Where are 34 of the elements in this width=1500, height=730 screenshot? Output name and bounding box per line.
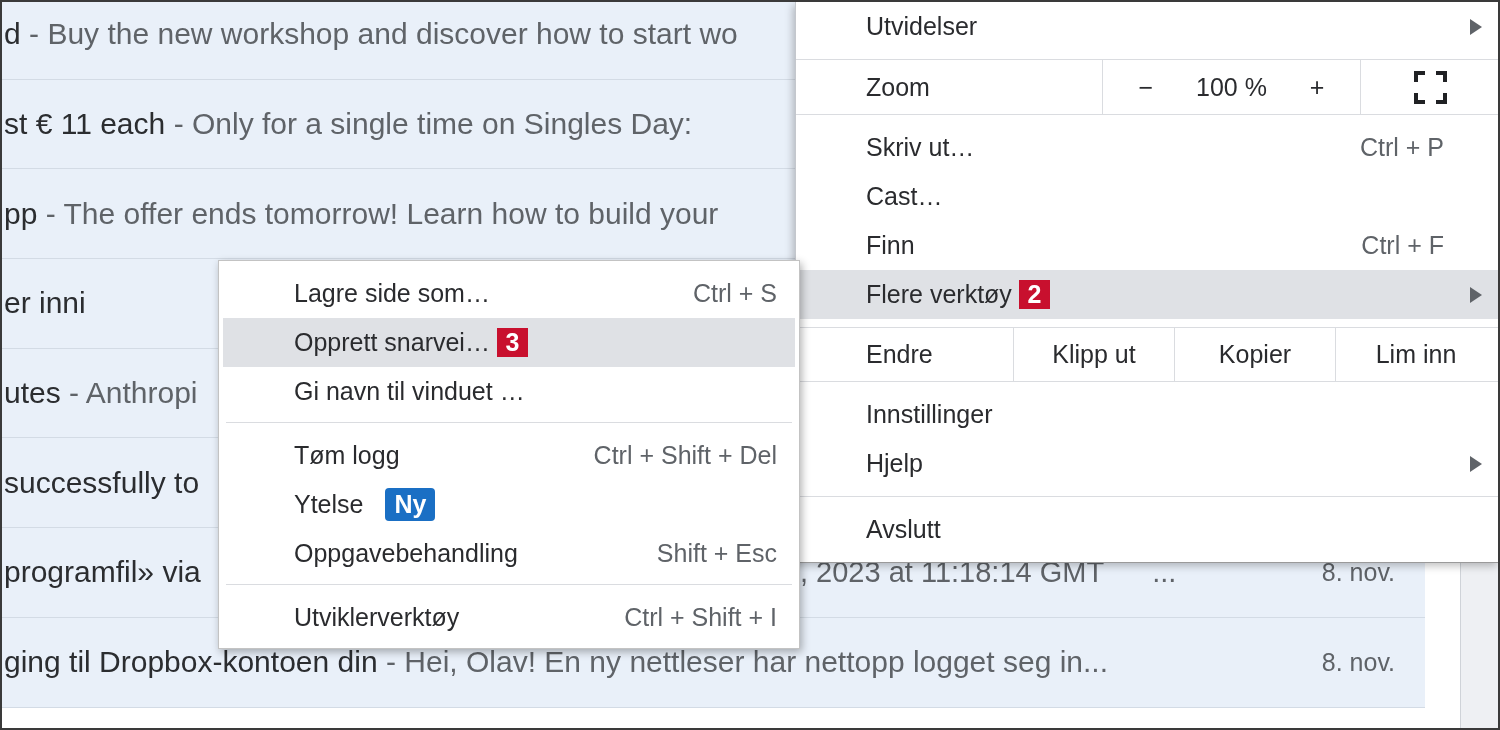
- step-number-badge: 3: [496, 328, 528, 357]
- menu-item[interactable]: Gi navn til vinduet …: [223, 367, 795, 416]
- subject-text: st € 11 each: [4, 107, 166, 142]
- subject-text: ging til Dropbox-kontoen din: [4, 645, 378, 680]
- subject-text: programfil» via: [4, 555, 201, 590]
- snippet-text: - Anthropi: [69, 376, 198, 411]
- subject-text: successfully to: [4, 465, 200, 500]
- snippet-text: - Hei, Olav! En ny nettleser har nettopp logget seg in...: [385, 645, 1109, 680]
- menu-item[interactable]: Tøm logg Ctrl + Shift + Del: [223, 431, 795, 480]
- edit-label: Endre: [865, 339, 934, 370]
- subject-text: er inni: [4, 286, 86, 321]
- subject-text: pp: [4, 196, 38, 231]
- subject-text: d: [4, 17, 21, 52]
- shortcut-text: Ctrl + S: [692, 279, 777, 308]
- menu-item[interactable]: Utvidelser: [796, 2, 1498, 51]
- snippet-text: ...: [1152, 555, 1177, 589]
- menu-item[interactable]: Oppgavebehandling Shift + Esc: [223, 529, 795, 578]
- shortcut-text: Shift + Esc: [656, 539, 777, 568]
- fullscreen-icon: [1413, 70, 1447, 104]
- date-text: 8. nov.: [1321, 647, 1395, 677]
- subject-text: utes: [4, 376, 61, 411]
- new-badge: Ny: [385, 488, 436, 521]
- snippet-text: - The offer ends tomorrow! Learn how to build your: [45, 196, 719, 231]
- menu-item[interactable]: Innstillinger: [796, 390, 1498, 439]
- snippet-text: - Only for a single time on Singles Day:: [173, 107, 693, 142]
- menu-item[interactable]: Ytelse Ny: [223, 480, 795, 529]
- menu-item[interactable]: Hjelp: [796, 439, 1498, 488]
- date-text: 8. nov.: [1321, 557, 1395, 587]
- menu-item[interactable]: Lagre side som… Ctrl + S: [223, 269, 795, 318]
- step-number-badge: 2: [1018, 280, 1050, 309]
- menu-item[interactable]: Opprett snarvei… 3: [223, 318, 795, 367]
- snippet-text: - Buy the new workshop and discover how to start wo: [29, 17, 738, 52]
- menu-item[interactable]: Avslutt: [796, 505, 1498, 554]
- shortcut-text: Ctrl + Shift + Del: [593, 441, 777, 470]
